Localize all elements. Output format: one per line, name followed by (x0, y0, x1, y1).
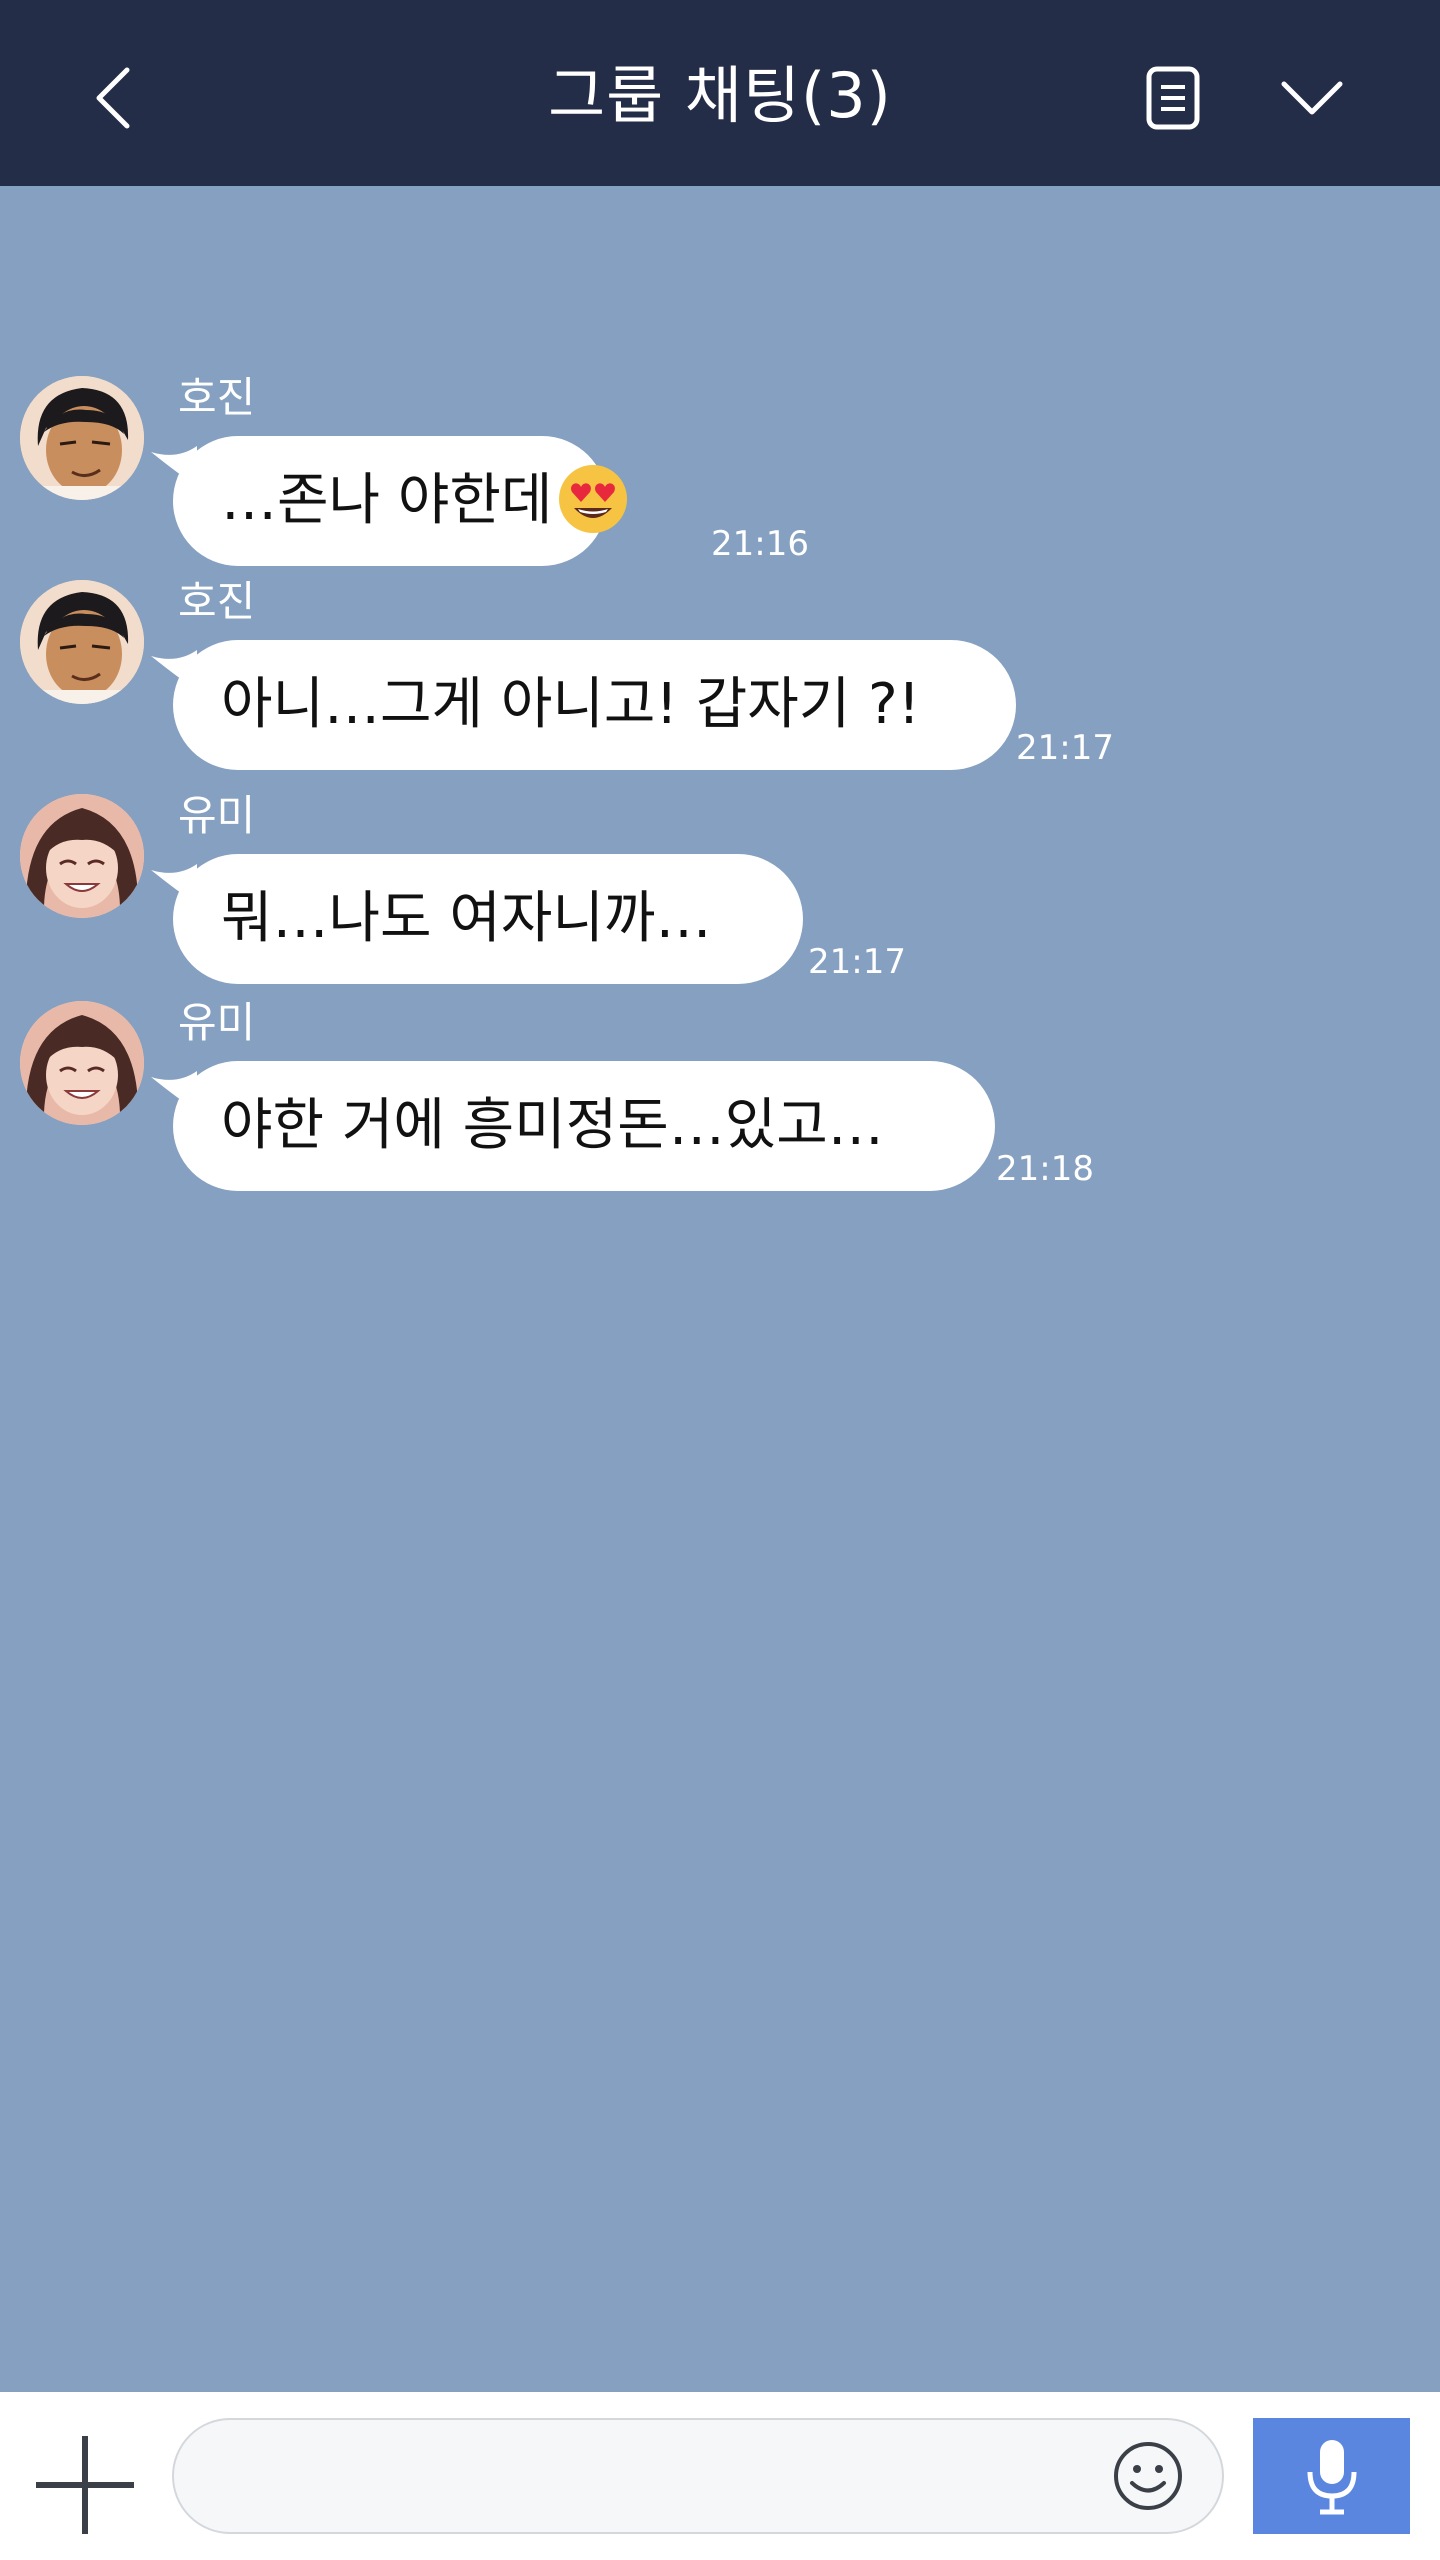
message-time: 21:17 (1016, 728, 1114, 768)
sender-name: 호진 (178, 577, 256, 626)
notes-button[interactable] (1135, 60, 1211, 136)
bubble-tail (151, 1071, 197, 1111)
message-time: 21:16 (711, 524, 809, 564)
message-row: 호진 …존나 야한데 21:16 (0, 373, 1440, 576)
sender-name: 유미 (178, 791, 256, 840)
emoji-button[interactable] (1108, 2436, 1188, 2516)
message-text: 뭐…나도 여자니까… (221, 886, 712, 951)
avatar-hojin[interactable] (20, 376, 144, 500)
avatar-yumi[interactable] (20, 794, 144, 918)
message-time: 21:17 (808, 942, 906, 982)
note-icon (1146, 66, 1200, 130)
smiley-icon (1114, 2442, 1182, 2510)
chat-title: 그룹 채팅(3) (548, 59, 892, 132)
sender-name: 유미 (178, 998, 256, 1047)
message-bubble[interactable]: 야한 거에 흥미정돈…있고… (151, 1061, 995, 1191)
microphone-icon (1307, 2440, 1356, 2515)
attach-button[interactable] (30, 2430, 140, 2540)
voice-button[interactable] (1253, 2418, 1410, 2534)
avatar-hojin-image (20, 376, 144, 500)
message-row: 유미 야한 거에 흥미정돈…있고… 21:18 (0, 998, 1440, 1201)
message-row: 유미 뭐…나도 여자니까… 21:17 (0, 791, 1440, 994)
avatar-yumi[interactable] (20, 1001, 144, 1125)
message-bubble[interactable]: 아니…그게 아니고! 갑자기 ?! (151, 640, 1016, 770)
message-bubble[interactable]: 뭐…나도 여자니까… (151, 854, 803, 984)
heart-eyes-emoji (559, 464, 628, 533)
sender-name: 호진 (178, 373, 256, 422)
chat-area[interactable]: 호진 …존나 야한데 21:16 호진 아니…그게 아니고! 갑자기 ?! 21… (0, 186, 1440, 2392)
avatar-hojin-image (20, 580, 144, 704)
avatar-hojin[interactable] (20, 580, 144, 704)
message-text: 아니…그게 아니고! 갑자기 ?! (221, 672, 921, 737)
avatar-yumi-image (20, 1001, 144, 1125)
header: 그룹 채팅(3) (0, 0, 1440, 186)
message-bubble[interactable]: …존나 야한데 (151, 436, 628, 566)
bubble-tail (151, 650, 197, 690)
plus-icon (36, 2436, 134, 2534)
message-input[interactable] (172, 2418, 1224, 2534)
chevron-down-icon (1281, 81, 1343, 115)
avatar-yumi-image (20, 794, 144, 918)
message-text: …존나 야한데 (221, 468, 553, 533)
menu-dropdown-button[interactable] (1272, 64, 1352, 132)
input-bar (0, 2392, 1440, 2560)
bubble-tail (151, 446, 197, 486)
message-text: 야한 거에 흥미정돈…있고… (221, 1093, 884, 1158)
message-time: 21:18 (996, 1149, 1094, 1189)
bubble-tail (151, 864, 197, 904)
message-row: 호진 아니…그게 아니고! 갑자기 ?! 21:17 (0, 577, 1440, 780)
